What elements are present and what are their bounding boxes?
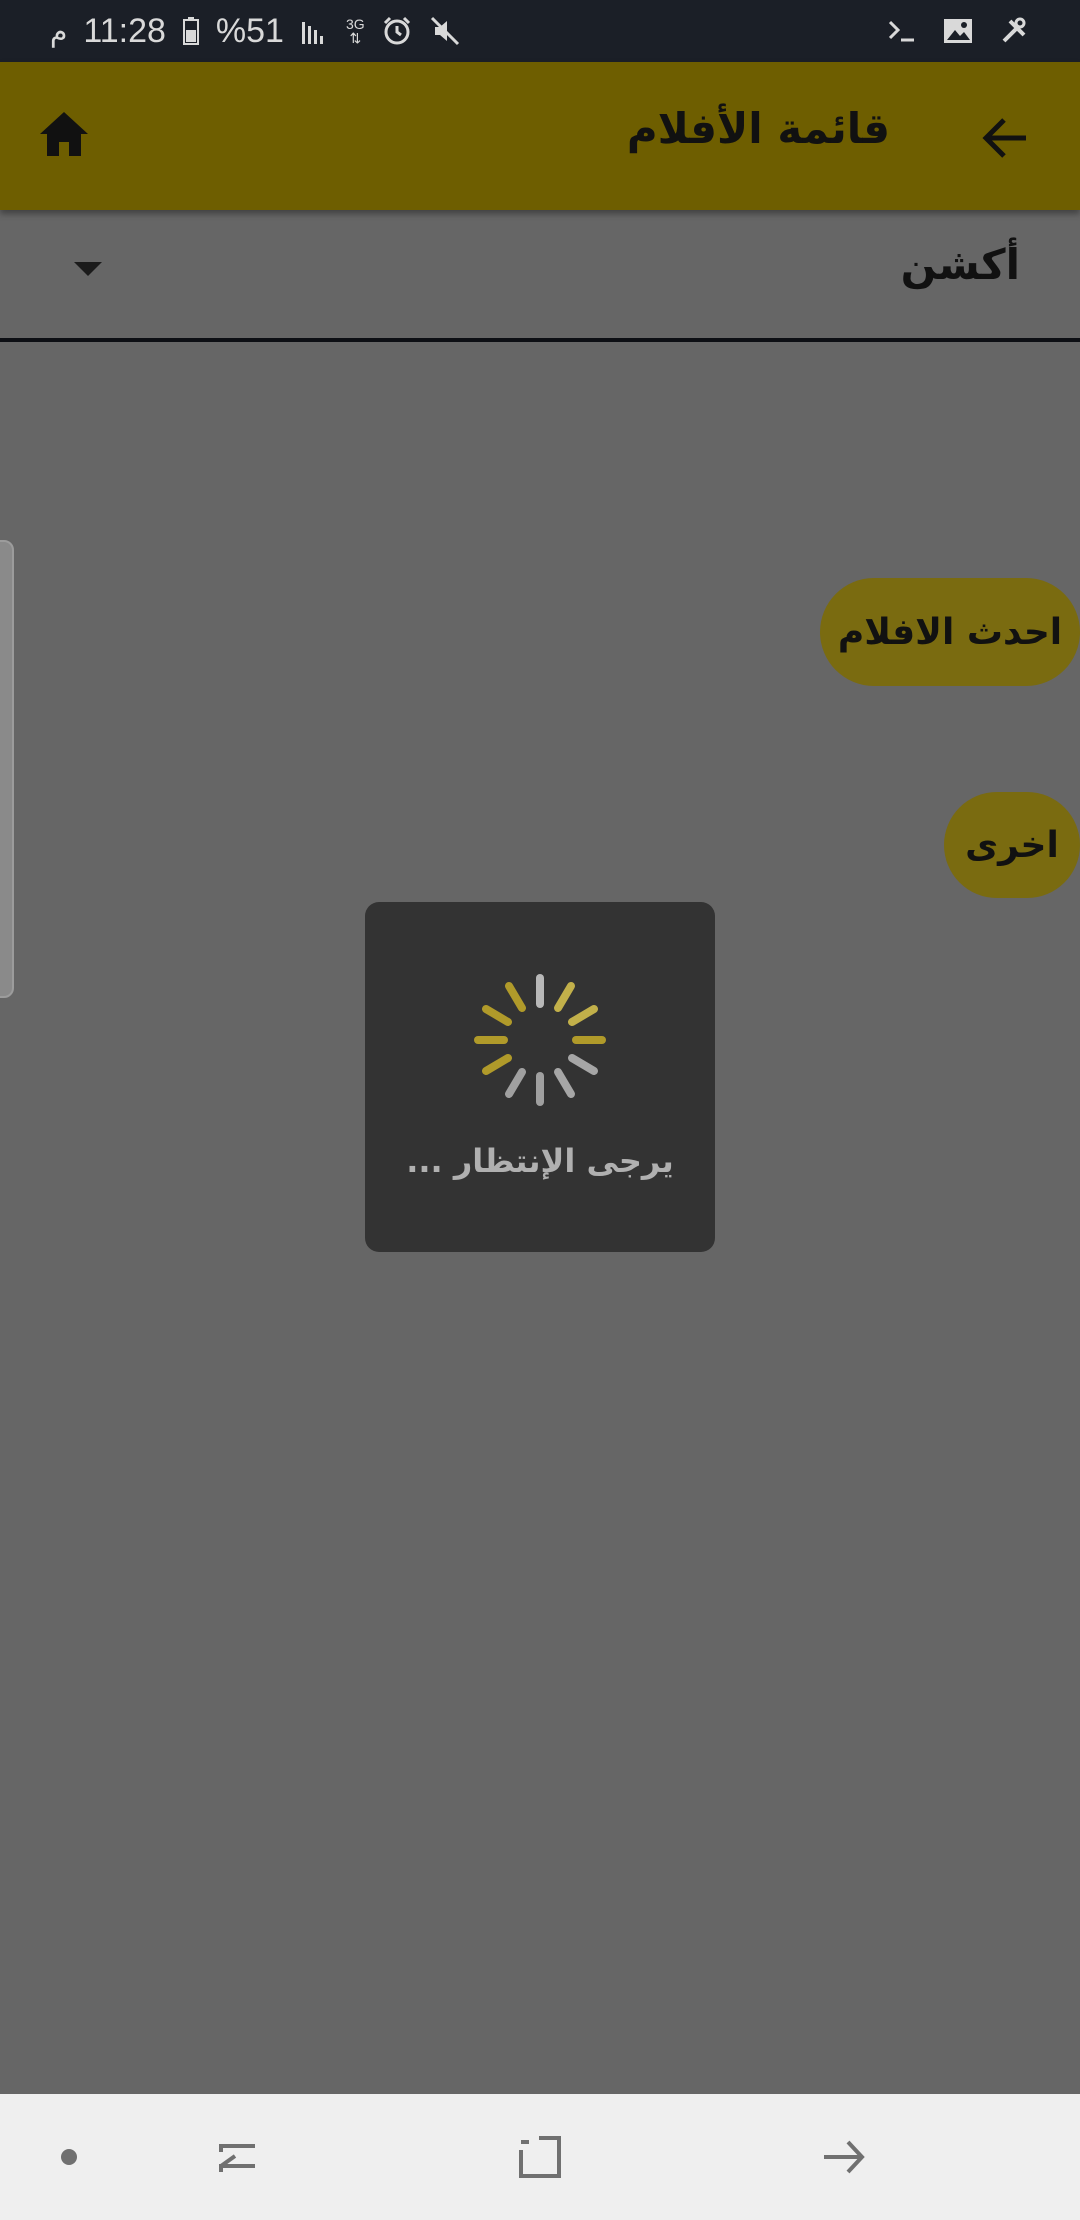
latest-movies-button[interactable]: احدث الافلام <box>820 578 1080 686</box>
navigation-bar <box>0 2094 1080 2220</box>
dropdown-selected-value: أكشن <box>900 240 1020 289</box>
home-nav-button[interactable] <box>505 2122 575 2192</box>
loading-spinner-icon <box>474 974 606 1106</box>
image-icon <box>942 16 974 46</box>
arrow-back-icon <box>982 118 1026 158</box>
data-arrows-icon: ⇅ <box>349 30 362 46</box>
recent-apps-button[interactable] <box>203 2122 273 2192</box>
mute-icon <box>429 15 461 47</box>
caret-down-icon <box>74 262 102 282</box>
battery-percent: %51 <box>215 11 284 50</box>
page-title: قائمة الأفلام <box>626 104 890 153</box>
drawer-handle[interactable] <box>0 540 14 998</box>
network-label: 3G <box>345 16 365 32</box>
alarm-icon <box>381 15 413 47</box>
status-time: 11:28 <box>83 11 166 50</box>
battery-icon <box>182 16 200 46</box>
app-bar: قائمة الأفلام <box>0 62 1080 210</box>
status-bar: م 11:28 %51 3G ⇅ <box>0 0 1080 62</box>
recent-apps-icon <box>219 2144 255 2172</box>
terminal-icon <box>886 16 918 46</box>
home-square-icon <box>519 2136 561 2178</box>
dot-icon <box>61 2149 77 2165</box>
genre-dropdown[interactable]: أكشن <box>0 210 1080 342</box>
dot-button[interactable] <box>34 2122 104 2192</box>
status-left: م 11:28 %51 3G ⇅ <box>50 12 461 51</box>
loading-dialog: يرجى الإنتظار ... <box>365 902 715 1252</box>
other-button[interactable]: اخرى <box>944 792 1080 898</box>
home-button[interactable] <box>32 102 96 166</box>
home-icon <box>40 112 88 156</box>
loading-text: يرجى الإنتظار ... <box>406 1142 674 1180</box>
signal-icon <box>300 16 330 46</box>
tools-icon <box>998 15 1030 47</box>
back-icon <box>824 2140 865 2174</box>
time-period: م <box>50 15 68 47</box>
back-nav-button[interactable] <box>808 2122 878 2192</box>
network-3g-icon: 3G ⇅ <box>346 17 365 45</box>
status-right <box>886 15 1030 47</box>
back-button[interactable] <box>974 106 1038 170</box>
